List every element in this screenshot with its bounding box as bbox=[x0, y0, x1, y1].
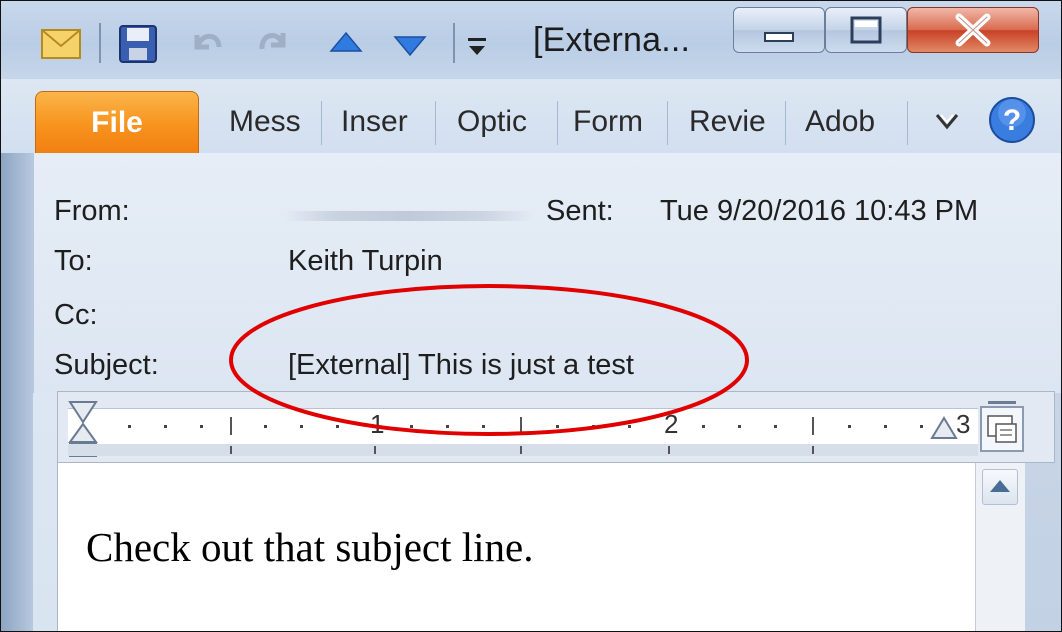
tab-format-text[interactable]: Form bbox=[573, 97, 659, 147]
subject-value: [External] This is just a test bbox=[288, 349, 634, 381]
outlook-message-window: [Externa... File Mess Inser Optic Form R… bbox=[0, 0, 1062, 632]
tab-adobe-pdf[interactable]: Adob bbox=[805, 97, 895, 147]
maximize-icon bbox=[850, 16, 882, 44]
redo-icon[interactable] bbox=[253, 23, 293, 68]
ruler-mark-3: 3 bbox=[956, 409, 971, 439]
ruler: 1 2 3 bbox=[57, 391, 1055, 463]
minimize-icon bbox=[764, 32, 794, 42]
tab-review[interactable]: Revie bbox=[689, 97, 777, 147]
to-value[interactable]: Keith Turpin bbox=[288, 245, 443, 278]
cc-label: Cc: bbox=[54, 299, 98, 331]
minimize-ribbon-icon[interactable] bbox=[933, 109, 961, 138]
tab-separator bbox=[667, 101, 668, 145]
sent-value: Tue 9/20/2016 10:43 PM bbox=[660, 195, 979, 227]
view-ruler-icon[interactable] bbox=[980, 406, 1024, 457]
customize-qat-icon[interactable] bbox=[465, 35, 489, 64]
from-label: From: bbox=[54, 195, 130, 227]
ruler-mark-1: 1 bbox=[370, 409, 385, 439]
ruler-lower-band bbox=[68, 444, 978, 456]
ruler-mark-2: 2 bbox=[664, 409, 679, 439]
message-body[interactable]: Check out that subject line. bbox=[57, 463, 976, 631]
subject-label: Subject: bbox=[54, 349, 159, 381]
scroll-up-icon bbox=[990, 480, 1010, 492]
body-text: Check out that subject line. bbox=[86, 524, 534, 570]
from-value-redacted bbox=[284, 211, 534, 221]
tab-separator bbox=[557, 101, 558, 145]
to-label: To: bbox=[54, 245, 93, 277]
close-icon bbox=[955, 13, 991, 47]
tab-options[interactable]: Optic bbox=[457, 97, 549, 147]
sent-label: Sent: bbox=[546, 195, 614, 227]
undo-icon[interactable] bbox=[187, 23, 227, 68]
close-button[interactable] bbox=[907, 7, 1039, 53]
tab-insert[interactable]: Inser bbox=[341, 97, 423, 147]
tab-separator bbox=[435, 101, 436, 145]
tab-message[interactable]: Mess bbox=[229, 97, 309, 147]
window-frame-left bbox=[1, 153, 33, 631]
previous-item-icon[interactable] bbox=[329, 31, 363, 62]
qat-separator bbox=[453, 23, 455, 63]
minimize-button[interactable] bbox=[733, 7, 825, 53]
qat-separator bbox=[99, 23, 101, 63]
help-icon[interactable]: ? bbox=[987, 95, 1037, 150]
maximize-button[interactable] bbox=[825, 7, 907, 53]
save-icon[interactable] bbox=[119, 25, 157, 68]
mail-icon bbox=[41, 29, 81, 64]
ruler-scale: 1 2 3 bbox=[68, 408, 978, 446]
ribbon-tab-bar: File Mess Inser Optic Form Revie Adob ? bbox=[1, 79, 1061, 154]
right-indent-icon[interactable] bbox=[930, 416, 958, 447]
split-bar-icon bbox=[982, 394, 1022, 412]
tab-separator bbox=[785, 101, 786, 145]
tab-file[interactable]: File bbox=[35, 91, 199, 153]
message-header: From: Sent: Tue 9/20/2016 10:43 PM To: K… bbox=[33, 153, 1061, 393]
next-item-icon[interactable] bbox=[393, 31, 427, 62]
title-bar: [Externa... bbox=[1, 1, 1061, 79]
scroll-up-button[interactable] bbox=[982, 469, 1018, 505]
svg-text:?: ? bbox=[1003, 104, 1021, 137]
vertical-scrollbar[interactable] bbox=[975, 463, 1025, 631]
tab-separator bbox=[321, 101, 322, 145]
window-title: [Externa... bbox=[533, 21, 691, 59]
tab-separator bbox=[907, 101, 908, 145]
